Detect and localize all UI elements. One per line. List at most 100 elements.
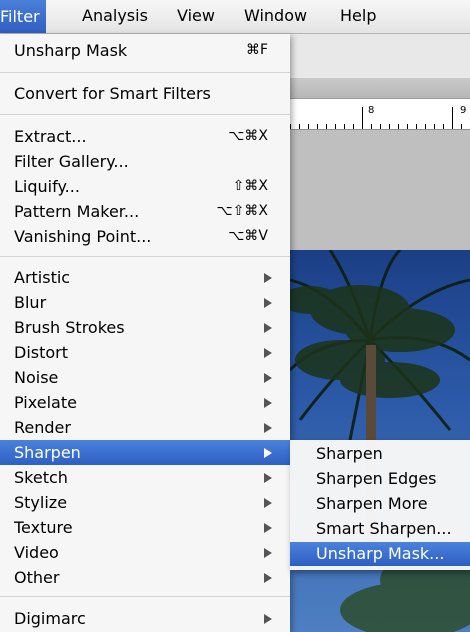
menu-item-pattern-maker[interactable]: Pattern Maker... ⌥⇧⌘X [0,199,290,224]
menu-item-label: Sharpen [14,443,81,462]
submenu-item-unsharp-mask[interactable]: Unsharp Mask... [290,542,470,566]
horizontal-ruler: 8 9 [290,99,470,130]
shortcut: ⌥⌘V [228,228,268,244]
menu-item-label: Liquify... [14,177,80,196]
submenu-arrow-icon [264,573,272,583]
submenu-arrow-icon [264,323,272,333]
menu-item-label: Brush Strokes [14,318,125,337]
submenu-item-sharpen-more[interactable]: Sharpen More [290,492,470,516]
menu-item-label: Digimarc [14,609,86,628]
menu-item-label: Blur [14,293,47,312]
menu-item-liquify[interactable]: Liquify... ⇧⌘X [0,174,290,199]
menu-item-label: Artistic [14,268,71,287]
menu-item-sketch[interactable]: Sketch [0,465,290,490]
shortcut: ⌘F [245,42,268,58]
menu-item-texture[interactable]: Texture [0,515,290,540]
menu-item-other[interactable]: Other [0,565,290,590]
ruler-tick [290,124,291,129]
submenu-arrow-icon [264,398,272,408]
menu-window[interactable]: Window [244,6,307,25]
menu-item-distort[interactable]: Distort [0,340,290,365]
submenu-arrow-icon [264,498,272,508]
submenu-arrow-icon [264,348,272,358]
menu-item-label: Video [14,543,59,562]
ruler-tick [371,124,372,129]
submenu-arrow-icon [264,298,272,308]
menu-filter[interactable]: Filter [0,0,46,33]
menu-item-noise[interactable]: Noise [0,365,290,390]
submenu-arrow-icon [264,473,272,483]
ruler-label-9: 9 [460,105,467,116]
menu-view[interactable]: View [177,6,215,25]
options-bar [290,34,470,79]
menu-item-vanishing-point[interactable]: Vanishing Point... ⌥⌘V [0,224,290,249]
menu-item-pixelate[interactable]: Pixelate [0,390,290,415]
ruler-tick [308,124,309,129]
menu-item-unsharp-mask-last[interactable]: Unsharp Mask ⌘F [0,38,290,63]
ruler-tick [317,124,318,129]
ruler-tick [353,124,354,129]
menu-item-extract[interactable]: Extract... ⌥⌘X [0,124,290,149]
ruler-tick [335,124,336,129]
menu-item-label: Texture [14,518,73,537]
menu-separator [0,72,290,73]
menu-item-label: Render [14,418,71,437]
menu-item-video[interactable]: Video [0,540,290,565]
ruler-tick [434,124,435,129]
menu-item-label: Stylize [14,493,68,512]
menu-item-artistic[interactable]: Artistic [0,265,290,290]
submenu-item-sharpen[interactable]: Sharpen [290,442,470,466]
menu-item-label: Noise [14,368,59,387]
ruler-tick [407,124,408,129]
menu-item-label: Unsharp Mask [14,41,128,60]
shortcut: ⌥⌘X [228,128,268,144]
submenu-arrow-icon [264,423,272,433]
canvas-background [290,130,470,250]
ruler-label-8: 8 [368,105,375,116]
menu-item-filter-gallery[interactable]: Filter Gallery... [0,149,290,174]
submenu-arrow-icon [264,548,272,558]
shortcut: ⌥⇧⌘X [216,203,268,219]
menu-item-label: Distort [14,343,69,362]
menu-separator [0,256,290,257]
submenu-item-sharpen-edges[interactable]: Sharpen Edges [290,467,470,491]
ruler-tick [326,124,327,129]
ruler-tick [362,107,363,129]
menu-item-label: Other [14,568,60,587]
menu-item-label: Filter Gallery... [14,152,129,171]
ruler-tick [380,124,381,129]
menu-item-render[interactable]: Render [0,415,290,440]
document-titlebar [290,78,470,99]
ruler-tick [344,124,345,129]
ruler-tick [389,124,390,129]
submenu-item-smart-sharpen[interactable]: Smart Sharpen... [290,517,470,541]
menu-item-label: Pixelate [14,393,77,412]
submenu-arrow-icon [264,273,272,283]
submenu-arrow-icon [264,448,272,458]
submenu-arrow-icon [264,614,272,624]
menu-item-sharpen[interactable]: Sharpen [0,440,290,465]
menu-item-label: Sketch [14,468,68,487]
submenu-arrow-icon [264,373,272,383]
ruler-tick [443,124,444,129]
menubar: Filter Analysis View Window Help [0,0,470,34]
menu-help[interactable]: Help [340,6,376,25]
menu-item-convert-smart-filters[interactable]: Convert for Smart Filters [0,81,290,106]
ruler-tick [461,124,462,129]
ruler-tick [299,124,300,129]
filter-menu: Unsharp Mask ⌘F Convert for Smart Filter… [0,34,290,632]
menu-item-blur[interactable]: Blur [0,290,290,315]
menu-separator [0,596,290,597]
menu-item-digimarc[interactable]: Digimarc [0,606,290,631]
ruler-tick [425,124,426,129]
sharpen-submenu: Sharpen Sharpen Edges Sharpen More Smart… [290,440,470,570]
shortcut: ⇧⌘X [232,178,268,194]
menu-item-stylize[interactable]: Stylize [0,490,290,515]
submenu-arrow-icon [264,523,272,533]
menu-item-label: Extract... [14,127,87,146]
menu-item-label: Convert for Smart Filters [14,84,211,103]
menu-analysis[interactable]: Analysis [82,6,148,25]
menu-item-label: Pattern Maker... [14,202,140,221]
menu-item-brush-strokes[interactable]: Brush Strokes [0,315,290,340]
menu-item-label: Vanishing Point... [14,227,152,246]
